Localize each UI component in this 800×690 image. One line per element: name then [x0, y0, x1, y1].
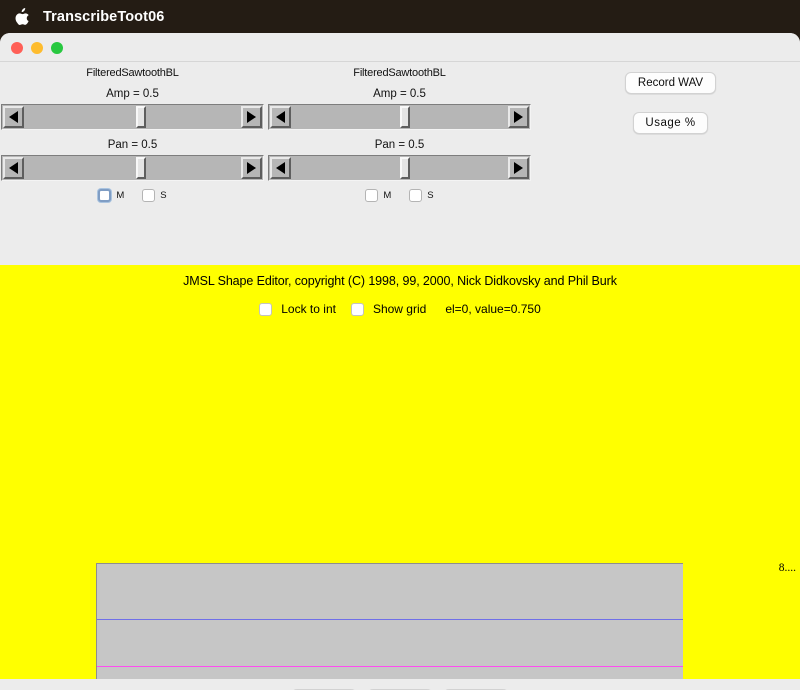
voice-2-pan-decrement[interactable] — [270, 157, 291, 179]
voice-1-pan-slider[interactable] — [1, 155, 264, 181]
window-title-bar — [0, 33, 800, 62]
voice-2-amp-decrement[interactable] — [270, 106, 291, 128]
voice-1-solo-checkbox[interactable] — [142, 189, 156, 202]
voice-1-solo-label: S — [160, 190, 167, 201]
voice-2-mute-label: M — [383, 190, 392, 201]
voice-1-amp-slider[interactable] — [1, 104, 264, 130]
voice-1-mute-checkbox[interactable] — [98, 189, 112, 202]
voice-1-amp-increment[interactable] — [241, 106, 262, 128]
shape-editor-title: JMSL Shape Editor, copyright (C) 1998, 9… — [183, 274, 617, 288]
transport-bar: Start Stop Transcribe — [0, 679, 800, 690]
voice-1-amp-thumb[interactable] — [136, 106, 146, 128]
maximize-window-button[interactable] — [51, 42, 63, 54]
shape-graph-canvas[interactable] — [96, 563, 683, 690]
voice-1-pan-label: Pan = 0.5 — [107, 139, 158, 151]
synth-panel-actions: Record WAV Usage % — [622, 72, 772, 134]
shape-graph-wrapper: + − 1.0 — [96, 563, 683, 690]
shape-waveform — [97, 564, 683, 690]
apple-logo-icon[interactable] — [15, 7, 30, 26]
voice-2-amp-label: Amp = 0.5 — [373, 88, 426, 100]
menu-bar-app-title: TranscribeToot06 — [43, 8, 165, 25]
close-window-button[interactable] — [11, 42, 23, 54]
show-grid-checkbox[interactable] — [350, 302, 364, 316]
voice-1-solo-item[interactable]: S — [142, 189, 167, 202]
lock-to-int-checkbox[interactable] — [259, 302, 273, 316]
voice-channel-1: FilteredSawtoothBL Amp = 0.5 Pan = 0.5 M — [0, 62, 265, 202]
show-grid-label: Show grid — [372, 302, 427, 316]
minimize-window-button[interactable] — [31, 42, 43, 54]
voice-2-amp-thumb[interactable] — [400, 106, 410, 128]
voice-2-pan-label: Pan = 0.5 — [374, 139, 425, 151]
voice-2-pan-thumb[interactable] — [400, 157, 410, 179]
voice-1-amp-label: Amp = 0.5 — [106, 88, 159, 100]
usage-percent-button[interactable]: Usage % — [633, 112, 708, 134]
app-window: FilteredSawtoothBL Amp = 0.5 Pan = 0.5 M — [0, 33, 800, 690]
element-value-readout: el=0, value=0.750 — [445, 302, 541, 316]
voice-1-pan-thumb[interactable] — [136, 157, 146, 179]
voice-1-amp-decrement[interactable] — [3, 106, 24, 128]
voice-2-mute-item[interactable]: M — [365, 189, 391, 202]
voice-2-solo-item[interactable]: S — [409, 189, 434, 202]
lock-to-int-label: Lock to int — [281, 302, 336, 316]
jmsl-shape-editor-panel: JMSL Shape Editor, copyright (C) 1998, 9… — [0, 265, 800, 690]
synth-mixer-panel: FilteredSawtoothBL Amp = 0.5 Pan = 0.5 M — [0, 62, 800, 265]
y-axis-top-label: 8.... — [778, 562, 796, 574]
macos-menu-bar: TranscribeToot06 — [0, 0, 800, 33]
voice-2-mute-solo-row: M S — [267, 181, 532, 202]
voice-1-mute-label: M — [116, 190, 125, 201]
voice-2-amp-increment[interactable] — [508, 106, 529, 128]
voice-1-pan-increment[interactable] — [241, 157, 262, 179]
shape-editor-options-row: Lock to int Show grid el=0, value=0.750 — [0, 288, 800, 316]
voice-1-mute-solo-row: M S — [0, 181, 265, 202]
voice-2-pan-slider[interactable] — [268, 155, 531, 181]
voice-2-solo-checkbox[interactable] — [409, 189, 423, 202]
voice-2-pan-increment[interactable] — [508, 157, 529, 179]
voice-channel-2: FilteredSawtoothBL Amp = 0.5 Pan = 0.5 M — [267, 62, 532, 202]
voice-1-pan-decrement[interactable] — [3, 157, 24, 179]
voice-2-mute-checkbox[interactable] — [365, 189, 379, 202]
voice-2-name: FilteredSawtoothBL — [353, 67, 446, 79]
traffic-lights — [11, 42, 63, 54]
voice-1-mute-item[interactable]: M — [98, 189, 124, 202]
voice-2-amp-slider[interactable] — [268, 104, 531, 130]
voice-1-name: FilteredSawtoothBL — [86, 67, 179, 79]
voice-2-solo-label: S — [427, 190, 434, 201]
record-wav-button[interactable]: Record WAV — [625, 72, 716, 94]
